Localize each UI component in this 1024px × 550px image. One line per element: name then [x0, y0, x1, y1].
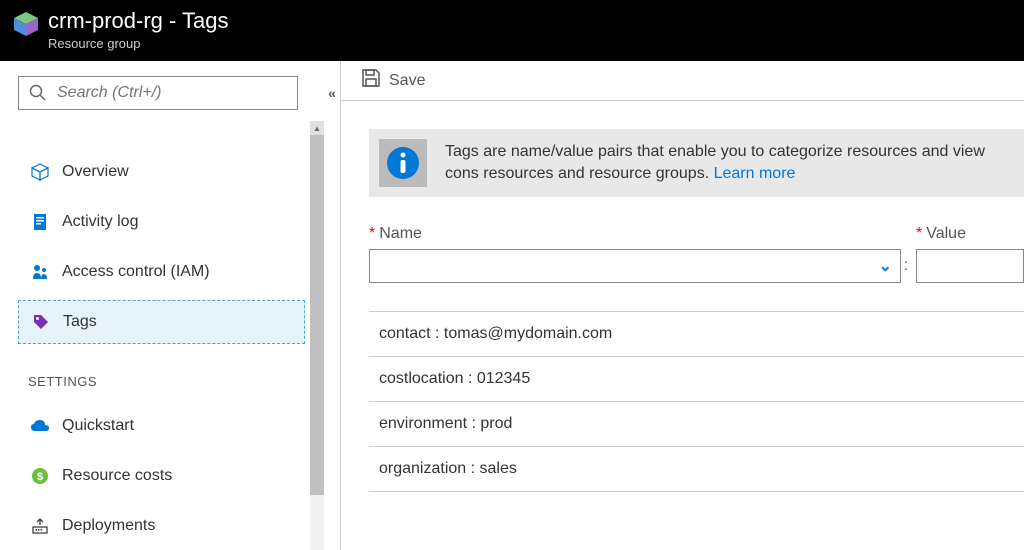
sidebar-item-resource-costs[interactable]: $ Resource costs — [18, 454, 305, 498]
sidebar-item-tags[interactable]: Tags — [18, 300, 305, 344]
cost-icon: $ — [28, 467, 52, 485]
tag-row[interactable]: environment : prod — [369, 402, 1024, 447]
cube-icon — [28, 163, 52, 181]
sidebar-item-activity-log[interactable]: Activity log — [18, 200, 305, 244]
sidebar-item-label: Quickstart — [62, 417, 134, 435]
cloud-icon — [28, 419, 52, 433]
sidebar-item-access-control[interactable]: Access control (IAM) — [18, 250, 305, 294]
page-subtitle: Resource group — [48, 36, 229, 51]
tag-form: *Name ⌄ : *Value — [369, 225, 1024, 283]
save-button-label: Save — [389, 72, 425, 90]
toolbar: Save — [341, 61, 1024, 101]
scroll-up-icon[interactable]: ▲ — [310, 121, 324, 135]
sidebar-item-deployments[interactable]: Deployments — [18, 504, 305, 548]
log-icon — [28, 213, 52, 231]
tag-list: contact : tomas@mydomain.com costlocatio… — [369, 311, 1024, 492]
page-header: crm-prod-rg - Tags Resource group — [0, 0, 1024, 61]
tag-row[interactable]: costlocation : 012345 — [369, 357, 1024, 402]
sidebar-item-label: Tags — [63, 313, 97, 331]
search-icon — [29, 84, 47, 102]
name-label: *Name — [369, 225, 901, 243]
iam-icon — [28, 263, 52, 281]
sidebar-item-label: Activity log — [62, 213, 138, 231]
collapse-sidebar-button[interactable]: « — [324, 61, 340, 550]
sidebar-item-label: Access control (IAM) — [62, 263, 210, 281]
sidebar-item-label: Deployments — [62, 517, 155, 535]
sidebar-item-overview[interactable]: Overview — [18, 150, 305, 194]
value-input[interactable] — [916, 249, 1024, 283]
sidebar-scrollbar[interactable]: ▲ — [310, 121, 324, 550]
form-separator: : — [901, 225, 911, 283]
info-box: Tags are name/value pairs that enable yo… — [369, 129, 1024, 197]
save-button[interactable]: Save — [361, 68, 425, 93]
sidebar: Overview Activity log Access control (IA… — [0, 61, 340, 550]
chevron-down-icon: ⌄ — [879, 256, 892, 276]
scroll-thumb[interactable] — [310, 135, 324, 495]
info-text: Tags are name/value pairs that enable yo… — [445, 141, 1014, 186]
svg-text:$: $ — [37, 471, 43, 483]
sidebar-item-label: Resource costs — [62, 467, 172, 485]
deploy-icon — [28, 517, 52, 535]
learn-more-link[interactable]: Learn more — [714, 165, 796, 182]
sidebar-section-header: SETTINGS — [28, 374, 305, 389]
tag-icon — [29, 313, 53, 331]
search-input[interactable] — [57, 84, 287, 102]
tag-row[interactable]: organization : sales — [369, 447, 1024, 492]
sidebar-item-quickstart[interactable]: Quickstart — [18, 404, 305, 448]
name-input[interactable]: ⌄ — [369, 249, 901, 283]
sidebar-item-label: Overview — [62, 163, 129, 181]
save-icon — [361, 68, 381, 93]
info-icon — [379, 139, 427, 187]
page-title: crm-prod-rg - Tags — [48, 8, 229, 34]
main-content: Save Tags are name/value pairs that enab… — [340, 61, 1024, 550]
search-box[interactable] — [18, 76, 298, 110]
value-label: *Value — [916, 225, 1024, 243]
resource-icon — [12, 10, 40, 43]
tag-row[interactable]: contact : tomas@mydomain.com — [369, 311, 1024, 357]
